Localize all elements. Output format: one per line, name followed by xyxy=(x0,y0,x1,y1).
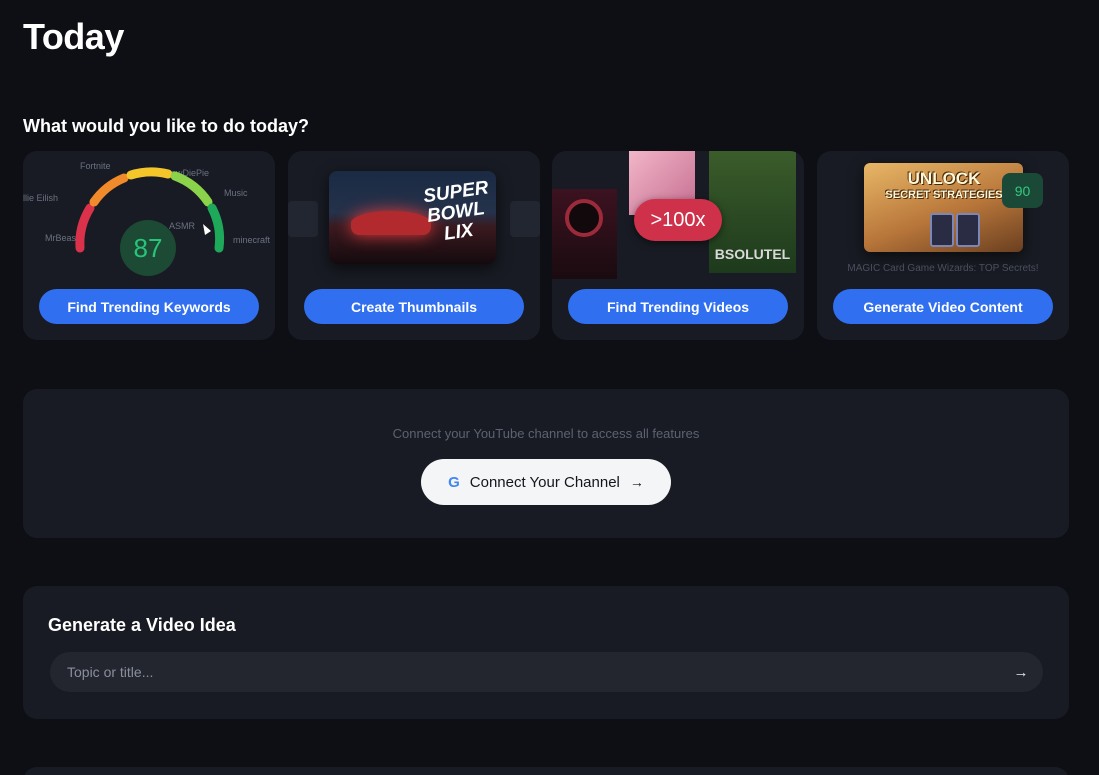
generate-content-card[interactable]: UNLOCK SECRET STRATEGIES 90 MAGIC Card G… xyxy=(817,151,1069,340)
video-idea-panel: Generate a Video Idea → xyxy=(23,586,1069,719)
ghost-thumbnail xyxy=(510,201,540,237)
content-score-badge: 90 xyxy=(1002,173,1043,208)
connect-note: Connect your YouTube channel to access a… xyxy=(392,426,700,441)
create-thumbnails-card[interactable]: SUPER BOWL LIX Create Thumbnails xyxy=(288,151,540,340)
page-title: Today xyxy=(23,16,124,57)
views-multiplier-badge: >100x xyxy=(634,199,722,241)
game-card-graphic xyxy=(930,213,954,247)
create-thumbnails-button[interactable]: Create Thumbnails xyxy=(304,289,524,324)
keyword-gauge-illustration: Fortnite PewDiePie Billie Eilish Music A… xyxy=(23,151,275,291)
thumbnail-text: UNLOCK SECRET STRATEGIES xyxy=(884,169,1004,201)
super-bowl-thumbnail: SUPER BOWL LIX xyxy=(329,171,496,264)
google-icon: G xyxy=(448,473,460,491)
game-card-graphic xyxy=(956,213,980,247)
connect-channel-label: Connect Your Channel xyxy=(469,473,620,491)
thumbnail-text-line-2: SECRET STRATEGIES xyxy=(885,189,1003,201)
keyword-score-badge: 87 xyxy=(120,220,176,276)
video-idea-title: Generate a Video Idea xyxy=(48,615,236,635)
trending-videos-illustration: BSOLUTEL >100x xyxy=(552,151,804,291)
generate-video-content-button[interactable]: Generate Video Content xyxy=(833,289,1053,324)
thumbnail-caption: MAGIC Card Game Wizards: TOP Secrets! xyxy=(847,263,1039,274)
thumbnail-text-line-1: UNLOCK xyxy=(907,169,981,188)
stadium-graphic xyxy=(351,211,431,235)
arrow-right-icon: → xyxy=(629,474,644,490)
idea-input-container: → xyxy=(50,652,1043,692)
topic-input[interactable] xyxy=(50,652,1000,692)
thumbnail-illustration: SUPER BOWL LIX xyxy=(288,151,540,291)
next-panel xyxy=(23,767,1069,775)
thumbnail-text: SUPER BOWL LIX xyxy=(421,177,490,245)
connect-channel-panel: Connect your YouTube channel to access a… xyxy=(23,389,1069,538)
mask-graphic xyxy=(565,199,603,237)
trending-videos-card[interactable]: BSOLUTEL >100x Find Trending Videos xyxy=(552,151,804,340)
find-trending-videos-button[interactable]: Find Trending Videos xyxy=(568,289,788,324)
content-illustration: UNLOCK SECRET STRATEGIES 90 MAGIC Card G… xyxy=(817,151,1069,291)
ghost-thumbnail xyxy=(288,201,318,237)
magic-card-thumbnail: UNLOCK SECRET STRATEGIES xyxy=(864,163,1023,252)
video-thumbnail-text: BSOLUTEL xyxy=(714,246,791,262)
find-trending-keywords-button[interactable]: Find Trending Keywords xyxy=(39,289,259,324)
connect-channel-button[interactable]: G Connect Your Channel → xyxy=(421,459,671,505)
submit-arrow-icon[interactable]: → xyxy=(1009,660,1033,684)
trending-keywords-card[interactable]: Fortnite PewDiePie Billie Eilish Music A… xyxy=(23,151,275,340)
section-heading: What would you like to do today? xyxy=(23,116,309,136)
video-thumbnail xyxy=(552,189,617,279)
